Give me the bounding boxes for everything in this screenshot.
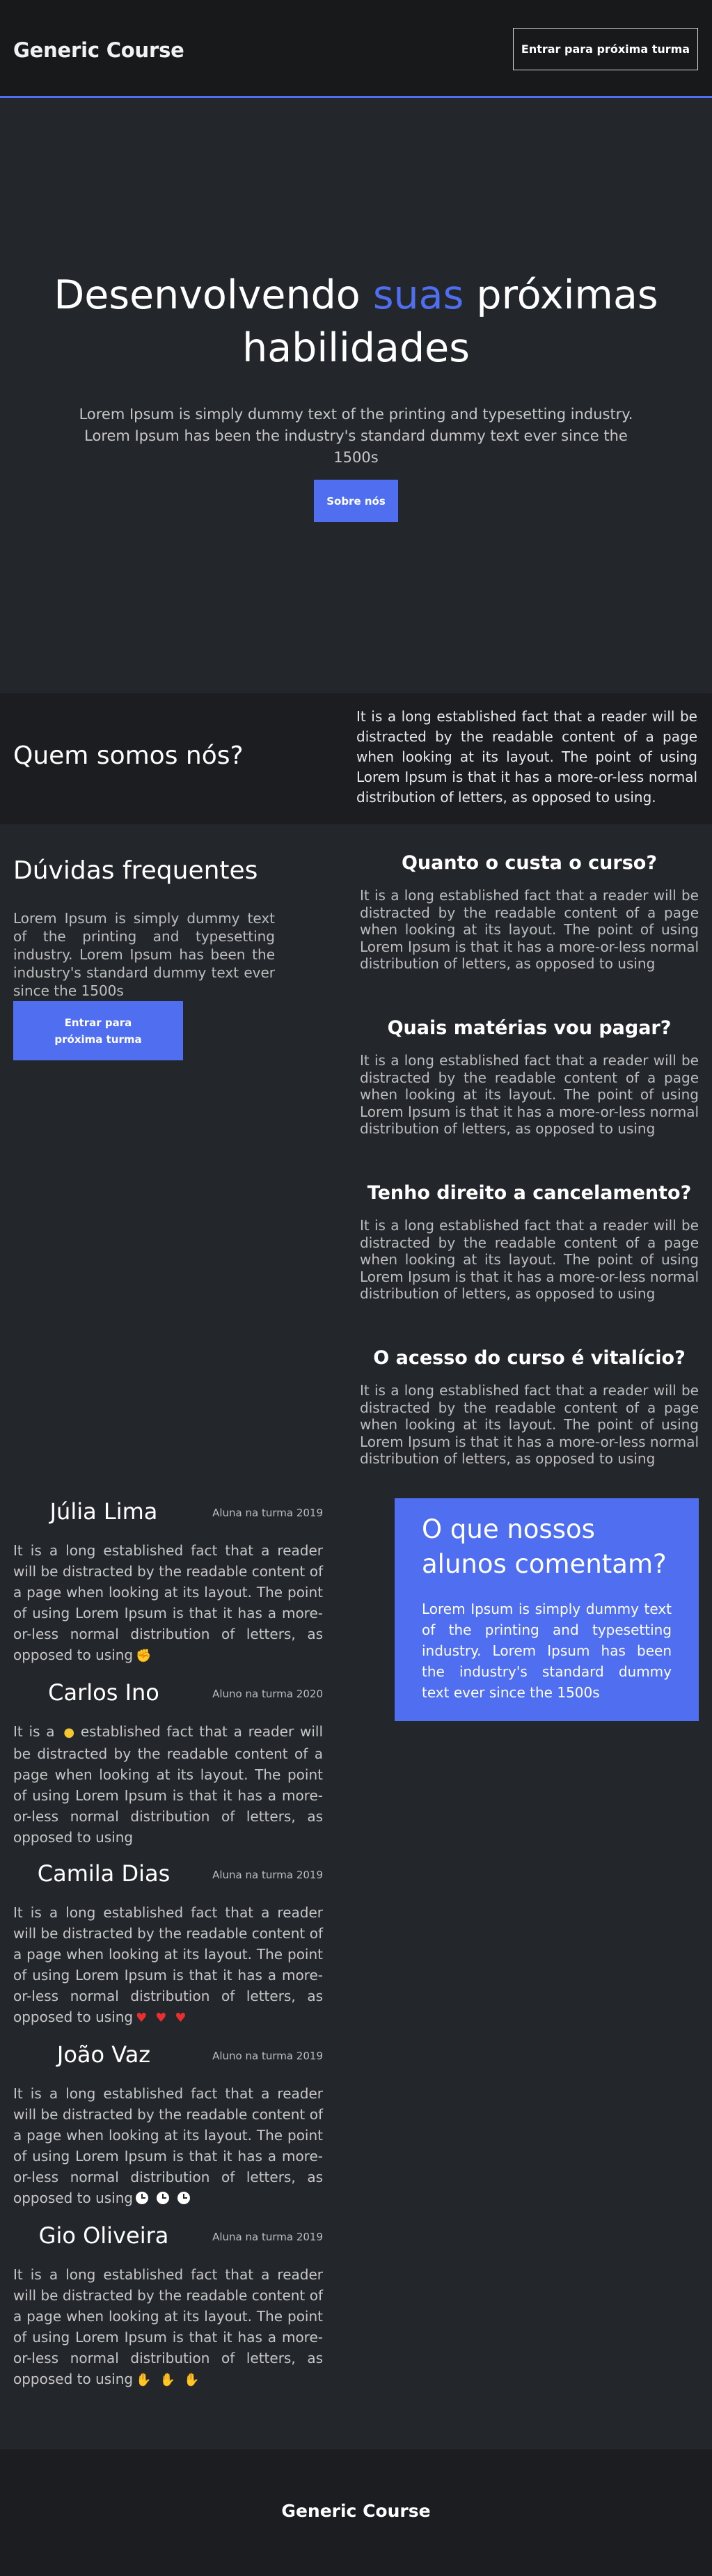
testimonial-name: Gio Oliveira bbox=[38, 2222, 169, 2249]
testimonials-description: Lorem Ipsum is simply dummy text of the … bbox=[422, 1601, 672, 1701]
brand-logo[interactable]: Generic Course bbox=[13, 38, 184, 62]
testimonial-name: Júlia Lima bbox=[49, 1498, 158, 1525]
faq-answer: It is a long established fact that a rea… bbox=[360, 1052, 699, 1137]
faq-question: O acesso do curso é vitalício? bbox=[373, 1347, 686, 1369]
faq-item: Tenho direito a cancelamento? It is a lo… bbox=[360, 1182, 699, 1303]
testimonial-card: Carlos Ino Aluno na turma 2020 It is a ●… bbox=[13, 1679, 323, 1848]
testimonial-card: Camila Dias Aluna na turma 2019 It is a … bbox=[13, 1860, 323, 2029]
testimonials-title: O que nossos alunos comentam? bbox=[422, 1514, 667, 1579]
clock-icon bbox=[177, 2192, 191, 2204]
faq-item: O acesso do curso é vitalício? It is a l… bbox=[360, 1347, 699, 1468]
testimonial-class-year: Aluno na turma 2019 bbox=[212, 2050, 323, 2062]
faq-answer: It is a long established fact that a rea… bbox=[360, 1217, 699, 1302]
testimonial-card: Gio Oliveira Aluna na turma 2019 It is a… bbox=[13, 2222, 323, 2391]
clock-icon bbox=[157, 2192, 170, 2204]
testimonial-text-body: It is a long established fact that a rea… bbox=[13, 2085, 323, 2206]
join-next-class-button[interactable]: Entrar para próxima turma bbox=[513, 28, 698, 70]
about-us-button[interactable]: Sobre nós bbox=[314, 480, 398, 522]
faq-answer: It is a long established fact that a rea… bbox=[360, 887, 699, 972]
faq-item: Quais matérias vou pagar? It is a long e… bbox=[360, 1017, 699, 1138]
testimonial-card: João Vaz Aluno na turma 2019 It is a lon… bbox=[13, 2041, 323, 2208]
about-section: Quem somos nós? It is a long established… bbox=[0, 693, 712, 824]
faq-join-next-class-button[interactable]: Entrar para próxima turma bbox=[13, 1001, 183, 1060]
about-text: It is a long established fact that a rea… bbox=[356, 708, 697, 806]
testimonial-text: It is a ● established fact that a reader… bbox=[13, 1721, 323, 1848]
strong-arm-icon: ✊ bbox=[136, 1649, 152, 1663]
heart-icon: ♥ bbox=[155, 2011, 167, 2025]
clapping-hands-icon: ✋ bbox=[183, 2373, 200, 2387]
testimonial-text-body: It is a long established fact that a rea… bbox=[13, 1904, 323, 2025]
testimonial-text: It is a long established fact that a rea… bbox=[13, 1902, 323, 2029]
heart-icon: ♥ bbox=[175, 2011, 187, 2025]
testimonial-text-body: It is a long established fact that a rea… bbox=[13, 2266, 323, 2387]
faq-lead-text: Lorem Ipsum is simply dummy text of the … bbox=[13, 910, 275, 999]
faq-question: Quais matérias vou pagar? bbox=[387, 1017, 672, 1039]
site-footer: Generic Course bbox=[0, 2449, 712, 2576]
testimonial-class-year: Aluna na turma 2019 bbox=[212, 1507, 323, 1519]
testimonial-name: João Vaz bbox=[56, 2041, 151, 2068]
testimonial-class-year: Aluno na turma 2020 bbox=[212, 1688, 323, 1700]
testimonials-section: Júlia Lima Aluna na turma 2019 It is a l… bbox=[0, 1477, 712, 2449]
testimonial-card: Júlia Lima Aluna na turma 2019 It is a l… bbox=[13, 1498, 323, 1667]
faq-answer: It is a long established fact that a rea… bbox=[360, 1382, 699, 1467]
about-title: Quem somos nós? bbox=[13, 741, 244, 770]
speech-bubble-icon: ● bbox=[63, 1725, 75, 1740]
heart-icon: ♥ bbox=[136, 2011, 148, 2025]
testimonial-text: It is a long established fact that a rea… bbox=[13, 2083, 323, 2208]
testimonial-text: It is a long established fact that a rea… bbox=[13, 1540, 323, 1667]
clapping-hands-icon: ✋ bbox=[136, 2373, 152, 2387]
testimonial-text-body: established fact that a reader will be d… bbox=[13, 1723, 324, 1846]
faq-question: Quanto o custa o curso? bbox=[401, 852, 658, 874]
testimonial-text-body: It is a bbox=[13, 1723, 55, 1740]
hero-subtitle: Lorem Ipsum is simply dummy text of the … bbox=[79, 406, 633, 466]
faq-section: Dúvidas frequentes Lorem Ipsum is simply… bbox=[0, 824, 712, 1477]
faq-title: Dúvidas frequentes bbox=[13, 856, 258, 885]
clock-icon bbox=[136, 2192, 149, 2204]
testimonial-name: Carlos Ino bbox=[48, 1679, 159, 1706]
site-header: Generic Course Entrar para próxima turma bbox=[0, 0, 712, 98]
footer-brand[interactable]: Generic Course bbox=[0, 2501, 712, 2521]
testimonial-text: It is a long established fact that a rea… bbox=[13, 2264, 323, 2391]
hero-title-accent: suas bbox=[372, 272, 464, 318]
testimonial-class-year: Aluna na turma 2019 bbox=[212, 1869, 323, 1881]
hero-title: Desenvolvendo suas próximas habilidades bbox=[0, 269, 712, 375]
faq-question: Tenho direito a cancelamento? bbox=[367, 1182, 692, 1204]
faq-item: Quanto o custa o curso? It is a long est… bbox=[360, 852, 699, 973]
testimonials-highlight-box: O que nossos alunos comentam? Lorem Ipsu… bbox=[395, 1498, 699, 1721]
testimonial-text-body: It is a long established fact that a rea… bbox=[13, 1542, 323, 1663]
clapping-hands-icon: ✋ bbox=[159, 2373, 175, 2387]
hero-title-start: Desenvolvendo bbox=[54, 272, 373, 318]
testimonial-class-year: Aluna na turma 2019 bbox=[212, 2231, 323, 2243]
hero-section: Desenvolvendo suas próximas habilidades … bbox=[0, 98, 712, 693]
testimonial-name: Camila Dias bbox=[37, 1860, 171, 1887]
